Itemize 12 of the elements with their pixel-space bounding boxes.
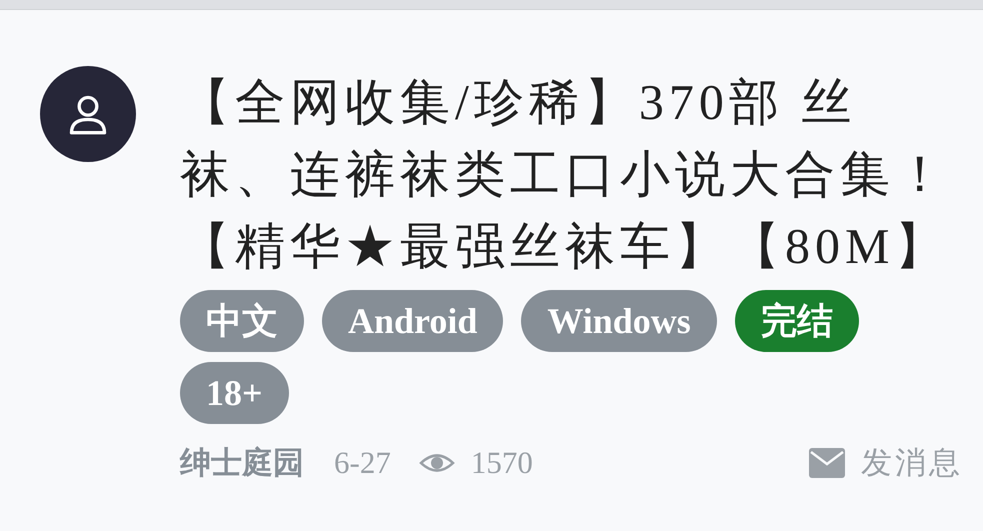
post-date: 6-27 xyxy=(334,445,391,481)
tag[interactable]: Windows xyxy=(521,290,717,352)
tag[interactable]: 完结 xyxy=(734,290,859,352)
author-name[interactable]: 绅士庭园 xyxy=(180,442,304,484)
tag[interactable]: 18+ xyxy=(180,362,289,424)
tag[interactable]: 中文 xyxy=(180,290,304,352)
eye-icon xyxy=(418,452,455,474)
envelope-icon xyxy=(809,448,845,478)
tag[interactable]: Android xyxy=(322,290,504,352)
post-title[interactable]: 【全网收集/珍稀】370部 丝袜、连裤袜类工口小说大合集！【精华★最强丝袜车】【80M】 xyxy=(180,66,963,282)
view-count: 1570 xyxy=(470,445,533,481)
send-message-link[interactable]: 发消息 xyxy=(861,442,963,484)
